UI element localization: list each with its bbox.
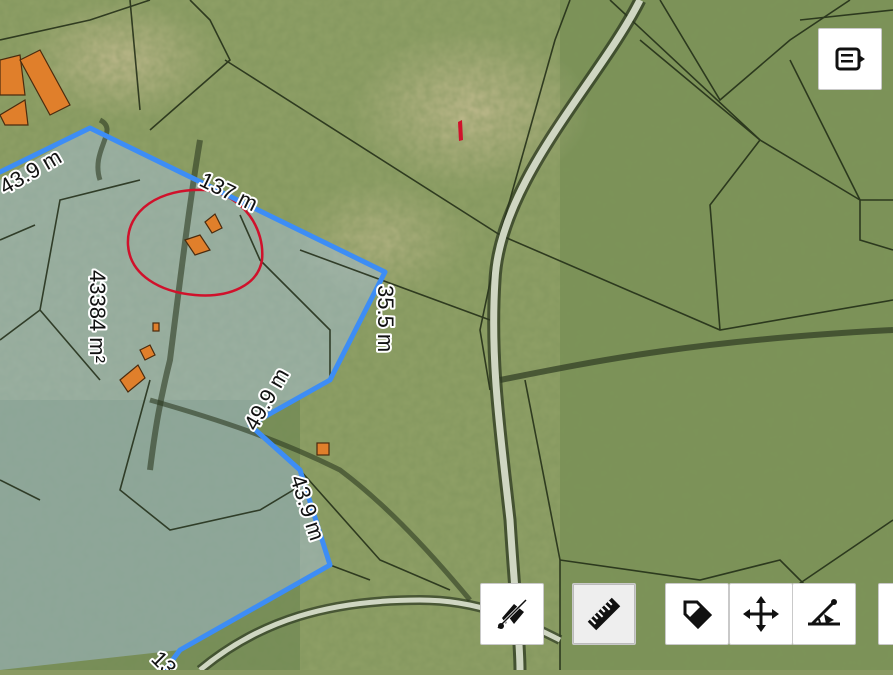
move-arrows-icon	[743, 596, 779, 632]
angle-tool-icon	[808, 599, 840, 626]
area-label: 43384 m²	[85, 270, 110, 363]
map-canvas[interactable]: 43.9 m 137 m 35.5 m 49.9 m 43.9 m 13 433…	[0, 0, 893, 675]
erase-shape-button[interactable]	[480, 583, 544, 645]
angle-tool-button[interactable]	[792, 583, 856, 645]
fill-tag-icon	[683, 600, 713, 630]
toolbar-partial-button[interactable]	[878, 583, 893, 645]
fill-tag-button[interactable]	[665, 583, 729, 645]
notes-button[interactable]	[818, 28, 882, 90]
move-button[interactable]	[729, 583, 793, 645]
ruler-button[interactable]	[572, 583, 636, 645]
ruler-icon	[587, 597, 621, 631]
segment-label-3: 35.5 m	[373, 285, 398, 352]
erase-shape-icon	[496, 598, 528, 630]
notes-icon	[835, 47, 865, 71]
